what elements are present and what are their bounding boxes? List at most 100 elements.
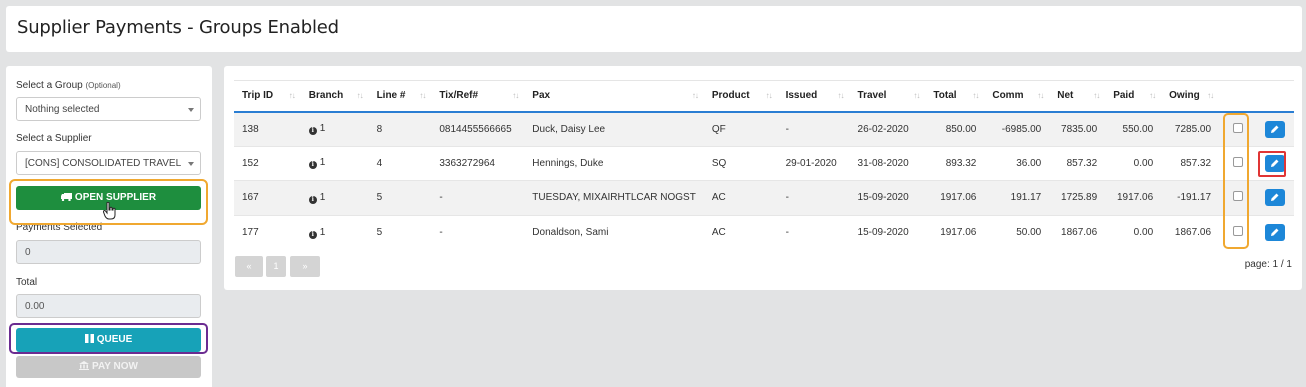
cell-trip-id: 138	[234, 111, 301, 146]
edit-button[interactable]	[1264, 224, 1285, 241]
sort-icon: ↑↓	[419, 91, 426, 100]
group-select[interactable]: Nothing selected	[16, 97, 201, 121]
pay-now-button[interactable]: PAY NOW	[16, 356, 201, 378]
cell-tix: -	[431, 180, 525, 215]
supplier-select-value: [CONS] CONSOLIDATED TRAVEL	[25, 158, 182, 169]
column-header[interactable]: Trip ID ↑↓	[234, 80, 301, 113]
cell-branch: i1	[300, 214, 369, 250]
page-title: Supplier Payments - Groups Enabled	[17, 17, 339, 38]
cell-comm: 191.17	[984, 180, 1050, 215]
total-field: 0.00	[16, 294, 201, 318]
sort-icon: ↑↓	[1207, 91, 1214, 100]
column-header[interactable]: Product ↑↓	[703, 80, 778, 113]
cell-pax: Hennings, Duke	[524, 145, 704, 181]
cell-net: 7835.00	[1049, 111, 1106, 146]
cell-travel: 15-09-2020	[849, 214, 926, 250]
cell-branch: i1	[300, 180, 369, 215]
cell-net: 857.32	[1049, 145, 1106, 181]
table-row: 138 i1 8 0814455566665 Duck, Daisy Lee Q…	[234, 111, 1294, 146]
cell-issued: -	[777, 214, 850, 250]
cell-edit	[1255, 214, 1294, 250]
column-header[interactable]: Total ↑↓	[925, 80, 985, 113]
sort-icon: ↑↓	[972, 91, 979, 100]
column-header[interactable]: Line # ↑↓	[368, 80, 432, 113]
cell-paid: 550.00	[1105, 111, 1162, 146]
cell-edit	[1255, 180, 1294, 215]
cell-pax: Duck, Daisy Lee	[524, 111, 704, 146]
sort-icon: ↑↓	[765, 91, 773, 100]
queue-highlight	[9, 323, 208, 354]
first-page-button[interactable]: «	[235, 256, 263, 277]
cell-trip-id: 177	[234, 214, 301, 250]
column-header[interactable]: Paid ↑↓	[1105, 80, 1162, 113]
info-icon[interactable]: i	[308, 127, 317, 135]
column-header[interactable]: Net ↑↓	[1049, 80, 1106, 113]
table-row: 177 i1 5 - Donaldson, Sami AC - 15-09-20…	[234, 214, 1294, 250]
column-header[interactable]: Owing ↑↓	[1161, 80, 1220, 113]
page-number-button[interactable]: 1	[266, 256, 286, 277]
cell-issued: -	[777, 180, 850, 215]
cell-travel: 26-02-2020	[849, 111, 926, 146]
sort-icon: ↑↓	[837, 91, 845, 100]
cell-travel: 31-08-2020	[849, 145, 926, 181]
sort-icon: ↑↓	[691, 91, 699, 100]
table-header-row: Trip ID ↑↓ Branch ↑↓ Line # ↑↓ Tix/Ref# ↑↓ P…	[234, 80, 1294, 113]
info-icon[interactable]: i	[308, 230, 317, 239]
cell-pax: Donaldson, Sami	[524, 214, 704, 250]
cell-line: 5	[368, 180, 432, 215]
cell-tix: 0814455566665	[431, 111, 525, 146]
cell-comm: 50.00	[984, 214, 1050, 250]
cell-total: 893.32	[925, 145, 985, 181]
supplier-label: Select a Supplier	[16, 133, 92, 144]
cell-owing: 7285.00	[1161, 111, 1220, 146]
info-icon[interactable]: i	[308, 161, 317, 170]
cell-product: AC	[703, 180, 778, 215]
cell-issued: -	[777, 111, 850, 146]
page-header: Supplier Payments - Groups Enabled	[6, 6, 1302, 52]
cell-owing: 857.32	[1161, 145, 1220, 181]
sort-icon: ↑↓	[1149, 91, 1156, 100]
cell-owing: -191.17	[1161, 180, 1220, 215]
cell-product: SQ	[703, 145, 778, 181]
pencil-icon	[1270, 125, 1279, 133]
sort-icon: ↑↓	[288, 91, 296, 100]
total-label: Total	[16, 277, 38, 288]
cell-branch: i1	[300, 111, 369, 146]
last-page-button[interactable]: »	[290, 256, 320, 277]
cell-product: AC	[703, 214, 778, 250]
cell-edit	[1255, 111, 1294, 146]
cell-owing: 1867.06	[1161, 214, 1220, 250]
cell-comm: -6985.00	[984, 111, 1050, 146]
cell-trip-id: 152	[234, 145, 301, 181]
column-header-edit	[1255, 80, 1294, 113]
cell-total: 850.00	[925, 111, 985, 146]
cell-issued: 29-01-2020	[777, 145, 850, 181]
group-label: Select a Group (Optional)	[16, 80, 121, 91]
column-header[interactable]: Tix/Ref# ↑↓	[431, 80, 525, 113]
sort-icon: ↑↓	[913, 91, 920, 100]
supplier-select[interactable]: [CONS] CONSOLIDATED TRAVEL	[16, 151, 201, 175]
sort-icon: ↑↓	[512, 91, 519, 100]
cell-paid: 0.00	[1105, 214, 1162, 250]
info-icon[interactable]: i	[308, 195, 317, 204]
cell-total: 1917.06	[925, 180, 985, 215]
pencil-icon	[1270, 228, 1279, 236]
edit-button[interactable]	[1264, 189, 1285, 207]
column-header[interactable]: Branch ↑↓	[300, 80, 369, 113]
sort-icon: ↑↓	[1037, 91, 1044, 100]
cell-pax: TUESDAY, MIXAIRHTLCAR NOGST	[524, 180, 704, 215]
column-header[interactable]: Issued ↑↓	[777, 80, 850, 113]
sort-icon: ↑↓	[356, 91, 364, 100]
cell-tix: -	[431, 214, 525, 250]
edit-button[interactable]	[1264, 120, 1285, 138]
pencil-icon	[1270, 193, 1279, 202]
payments-panel: Trip ID ↑↓ Branch ↑↓ Line # ↑↓ Tix/Ref# ↑↓ P…	[224, 66, 1302, 290]
column-header[interactable]: Pax ↑↓	[524, 80, 704, 113]
table-row: 152 i1 4 3363272964 Hennings, Duke SQ 29…	[234, 145, 1294, 181]
cell-net: 1867.06	[1049, 214, 1106, 250]
checkbox-column-highlight	[1223, 113, 1249, 249]
column-header[interactable]: Comm ↑↓	[984, 80, 1050, 113]
column-header[interactable]: Travel ↑↓	[849, 80, 926, 113]
cell-product: QF	[703, 111, 778, 146]
caret-down-icon	[188, 108, 194, 112]
